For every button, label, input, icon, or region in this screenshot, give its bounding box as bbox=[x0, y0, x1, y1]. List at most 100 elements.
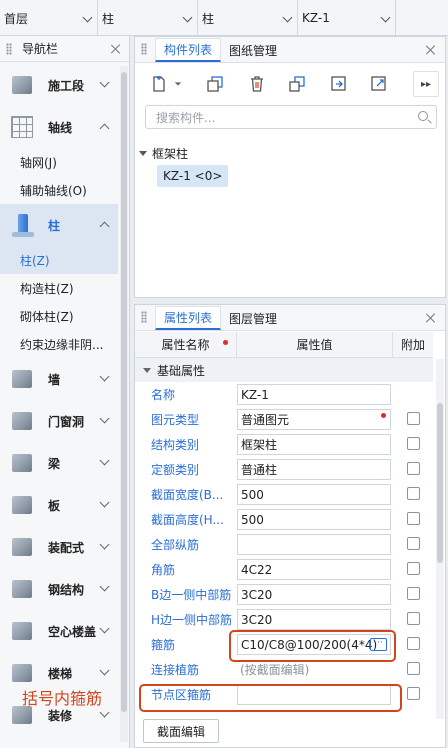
extra-checkbox[interactable] bbox=[407, 537, 420, 550]
drag-grip-icon[interactable] bbox=[141, 311, 147, 323]
required-dot-icon bbox=[223, 340, 228, 345]
nav-cat-construction-section[interactable]: 施工段 bbox=[0, 64, 118, 106]
chevron-down-icon bbox=[99, 539, 110, 550]
nav-cat-door-window[interactable]: 门窗洞 bbox=[0, 400, 118, 442]
property-value-field[interactable]: (按截面编辑) bbox=[237, 659, 391, 680]
empty-select[interactable] bbox=[396, 0, 448, 36]
tab-drawing-management[interactable]: 图纸管理 bbox=[221, 38, 285, 62]
wall-icon bbox=[10, 367, 36, 391]
prefab-icon bbox=[10, 535, 36, 559]
annotation-label: 括号内箍筋 bbox=[22, 689, 103, 708]
property-value-field[interactable]: 框架柱 bbox=[237, 434, 391, 455]
nav-item-constructional-column[interactable]: 构造柱(Z) bbox=[0, 274, 118, 302]
extra-checkbox[interactable] bbox=[407, 687, 420, 700]
delete-component-button[interactable] bbox=[243, 71, 271, 97]
chevron-down-icon bbox=[99, 77, 110, 88]
property-group-basic[interactable]: 基础属性 bbox=[135, 358, 433, 382]
extra-checkbox[interactable] bbox=[407, 612, 420, 625]
nav-cat-steel[interactable]: 钢结构 bbox=[0, 568, 118, 610]
property-scrollbar[interactable] bbox=[436, 359, 444, 719]
nav-cat-hollow-floor[interactable]: 空心楼盖 bbox=[0, 610, 118, 652]
more-tools-button[interactable]: ▸▸ bbox=[413, 71, 439, 97]
property-list-panel: 属性列表 图层管理 属性名称 属性值 附加 基础属性 名称 KZ-1 图元类型 … bbox=[134, 304, 446, 748]
property-value-field[interactable]: 500 bbox=[237, 509, 391, 530]
tab-layer-management[interactable]: 图层管理 bbox=[221, 306, 285, 330]
extra-checkbox[interactable] bbox=[407, 512, 420, 525]
property-tabs: 属性列表 图层管理 bbox=[135, 305, 445, 331]
expand-triangle-icon[interactable] bbox=[139, 151, 147, 156]
extra-checkbox[interactable] bbox=[407, 662, 420, 675]
property-value-field[interactable]: 普通图元 bbox=[237, 409, 391, 430]
close-icon[interactable] bbox=[425, 44, 437, 56]
nav-cat-wall[interactable]: 墙 bbox=[0, 358, 118, 400]
floor-select[interactable]: 首层 bbox=[0, 0, 98, 36]
property-value-field[interactable]: 500 bbox=[237, 484, 391, 505]
table-row: 图元类型 普通图元 bbox=[135, 407, 433, 432]
column-icon bbox=[10, 213, 36, 237]
scroll-thumb[interactable] bbox=[437, 403, 443, 563]
nav-scrollbar[interactable] bbox=[120, 66, 128, 742]
tab-property-list[interactable]: 属性列表 bbox=[155, 306, 222, 330]
tree-node-kz1[interactable]: KZ-1 <0> bbox=[157, 165, 229, 187]
copy-component-button[interactable] bbox=[201, 71, 229, 97]
close-icon[interactable] bbox=[110, 43, 122, 55]
import-component-button[interactable] bbox=[325, 71, 353, 97]
component-list-panel: 构件列表 图纸管理 ▸▸ 搜索构件... 框架柱 KZ-1 <0> bbox=[134, 36, 446, 298]
property-value-field[interactable]: KZ-1 bbox=[237, 384, 391, 405]
nav-cat-beam[interactable]: 梁 bbox=[0, 442, 118, 484]
scroll-thumb[interactable] bbox=[121, 72, 127, 712]
drag-grip-icon[interactable] bbox=[6, 42, 12, 55]
extra-checkbox[interactable] bbox=[407, 412, 420, 425]
collapse-triangle-icon[interactable] bbox=[143, 367, 151, 373]
tree-node-frame-column[interactable]: 框架柱 bbox=[139, 145, 188, 162]
table-row: 角筋 4C22 bbox=[135, 557, 433, 582]
chevron-down-icon bbox=[99, 707, 110, 718]
nav-item-column[interactable]: 柱(Z) bbox=[0, 246, 118, 274]
header-property-name: 属性名称 bbox=[135, 332, 237, 357]
section-edit-button[interactable]: 截面编辑 bbox=[143, 719, 219, 743]
search-icon bbox=[418, 111, 428, 121]
table-row: 结构类别 框架柱 bbox=[135, 432, 433, 457]
chevron-down-icon bbox=[282, 12, 293, 23]
extra-checkbox[interactable] bbox=[407, 562, 420, 575]
nav-cat-axis[interactable]: 轴线 bbox=[0, 106, 118, 148]
nav-title: 导航栏 bbox=[22, 42, 59, 56]
component-select[interactable]: KZ-1 bbox=[298, 0, 396, 36]
nav-cat-slab[interactable]: 板 bbox=[0, 484, 118, 526]
nav-item-constraint-edge[interactable]: 约束边缘非阴... bbox=[0, 330, 118, 358]
nav-cat-column[interactable]: 柱 bbox=[0, 204, 118, 246]
property-value-field[interactable]: 3C20 bbox=[237, 584, 391, 605]
layer-copy-button[interactable] bbox=[283, 71, 311, 97]
export-icon bbox=[371, 76, 386, 91]
extra-checkbox[interactable] bbox=[407, 487, 420, 500]
extra-checkbox[interactable] bbox=[407, 637, 420, 650]
nav-item-masonry-column[interactable]: 砌体柱(Z) bbox=[0, 302, 118, 330]
nav-cat-prefab[interactable]: 装配式 bbox=[0, 526, 118, 568]
close-icon[interactable] bbox=[425, 312, 437, 324]
caret-down-icon bbox=[174, 82, 182, 86]
property-value-field[interactable]: 3C20 bbox=[237, 609, 391, 630]
drag-grip-icon[interactable] bbox=[141, 43, 147, 55]
component-search-input[interactable]: 搜索构件... bbox=[145, 105, 437, 129]
nav-item-axis-net[interactable]: 轴网(J) bbox=[0, 148, 118, 176]
new-file-icon bbox=[153, 76, 165, 92]
property-value-field[interactable] bbox=[237, 534, 391, 555]
extra-checkbox[interactable] bbox=[407, 587, 420, 600]
tab-component-list[interactable]: 构件列表 bbox=[155, 38, 222, 62]
layer-copy-icon bbox=[289, 76, 305, 92]
extra-checkbox[interactable] bbox=[407, 437, 420, 450]
nav-item-aux-axis[interactable]: 辅助轴线(O) bbox=[0, 176, 118, 204]
new-component-button[interactable] bbox=[145, 71, 173, 97]
door-window-icon bbox=[10, 409, 36, 433]
table-row: 名称 KZ-1 bbox=[135, 382, 433, 407]
new-component-dropdown[interactable] bbox=[171, 71, 185, 97]
extra-checkbox[interactable] bbox=[407, 462, 420, 475]
type-select[interactable]: 柱 bbox=[198, 0, 298, 36]
property-value-field[interactable]: 普通柱 bbox=[237, 459, 391, 480]
property-value-field[interactable]: 4C22 bbox=[237, 559, 391, 580]
category-select[interactable]: 柱 bbox=[98, 0, 198, 36]
export-component-button[interactable] bbox=[365, 71, 393, 97]
chevron-down-icon bbox=[82, 12, 93, 23]
top-selector-bar: 首层 柱 柱 KZ-1 bbox=[0, 0, 448, 36]
table-row: H边一侧中部筋 3C20 bbox=[135, 607, 433, 632]
